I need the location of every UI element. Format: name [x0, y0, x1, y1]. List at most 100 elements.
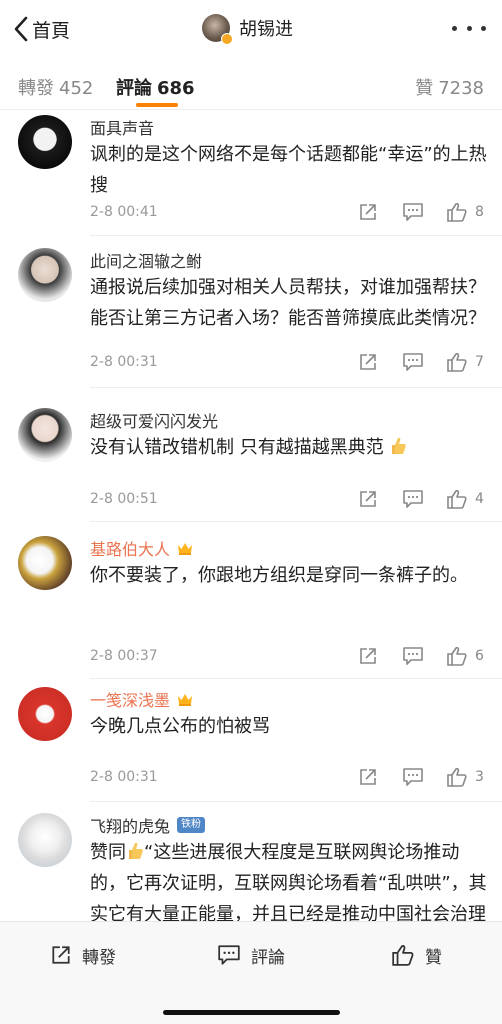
active-tab-indicator: [136, 103, 178, 107]
like-count: 6: [475, 648, 484, 664]
comment-list[interactable]: 面具声音 讽刺的是这个网络不是每个话题都能“幸运”的上热搜 2-8 00:41 …: [0, 111, 502, 921]
reply-icon: [403, 353, 423, 371]
comment-meta: 2-8 00:51 4: [90, 489, 490, 513]
comment-meta: 2-8 00:31 3: [90, 767, 490, 791]
reply-button[interactable]: [402, 202, 424, 222]
share-icon: [360, 354, 376, 370]
tab-repost[interactable]: 轉發 452: [18, 74, 93, 100]
comment-text: 你不要装了，你跟地方组织是穿同一条裤子的。: [90, 565, 468, 586]
comment-meta: 2-8 00:37 6: [90, 646, 490, 670]
thumb-up-icon: [392, 945, 414, 966]
like-count: 8: [475, 204, 484, 220]
comment-time: 2-8 00:31: [90, 769, 158, 785]
like-button[interactable]: 4: [446, 489, 484, 509]
share-button[interactable]: [358, 352, 378, 372]
more-dots-icon: [452, 25, 457, 31]
like-count: 4: [475, 491, 484, 507]
more-button[interactable]: [452, 18, 486, 38]
like-label: 贊: [425, 947, 442, 968]
divider: [90, 521, 502, 522]
avatar[interactable]: [18, 687, 72, 741]
thumbs-up-emoji-icon: [392, 437, 407, 454]
comment-author[interactable]: 超级可爱闪闪发光: [90, 408, 218, 432]
comment-author[interactable]: 面具声音: [90, 115, 154, 139]
like-button[interactable]: 8: [446, 202, 484, 222]
fans-badge: 铁粉: [177, 817, 206, 833]
bottom-action-bar: 轉發 評論 贊: [0, 921, 502, 1024]
comment-button[interactable]: 評論: [217, 942, 285, 968]
comment-meta: 2-8 00:41 8: [90, 202, 490, 226]
share-icon: [360, 769, 376, 785]
back-button[interactable]: 首頁: [14, 14, 70, 44]
share-icon: [360, 491, 376, 507]
reply-button[interactable]: [402, 489, 424, 509]
comment-time: 2-8 00:37: [90, 648, 158, 664]
thumb-up-icon: [447, 646, 467, 666]
crown-icon: [178, 694, 193, 706]
avatar[interactable]: [18, 248, 72, 302]
share-button[interactable]: [358, 489, 378, 509]
thumb-up-icon: [447, 352, 467, 372]
like-post-button[interactable]: 贊: [391, 942, 442, 968]
reply-button[interactable]: [402, 352, 424, 372]
avatar[interactable]: [18, 408, 72, 462]
share-icon: [360, 204, 376, 220]
top-nav-bar: 首頁 胡锡进: [0, 0, 502, 58]
comment-time: 2-8 00:31: [90, 354, 158, 370]
comment-author[interactable]: 飞翔的虎兔 铁粉: [90, 813, 206, 837]
divider: [90, 387, 502, 388]
share-button[interactable]: [358, 202, 378, 222]
thumbs-up-emoji-icon: [129, 842, 143, 859]
avatar[interactable]: [18, 536, 72, 590]
tab-comments[interactable]: 評論 686: [116, 74, 195, 100]
share-button[interactable]: [358, 646, 378, 666]
like-button[interactable]: 6: [446, 646, 484, 666]
like-button[interactable]: 7: [446, 352, 484, 372]
home-indicator: [163, 1010, 340, 1015]
verified-badge-icon: [221, 33, 233, 45]
comment-text: 赞同 “这些进展很大程度是互联网舆论场推动的，它再次证明，互联网舆论场看着“乱哄哄…: [90, 842, 487, 921]
comment-text: 讽刺的是这个网络不是每个话题都能“幸运”的上热搜: [90, 144, 487, 196]
comment-label: 評論: [251, 947, 285, 968]
avatar[interactable]: [18, 813, 72, 867]
avatar[interactable]: [18, 115, 72, 169]
like-count: 3: [475, 769, 484, 785]
reply-icon: [403, 768, 423, 786]
thumb-up-icon: [447, 767, 467, 787]
page-title: 胡锡进: [239, 19, 293, 40]
reply-icon: [403, 490, 423, 508]
like-button[interactable]: 3: [446, 767, 484, 787]
tab-bar: 轉發 452 評論 686 贊 7238: [0, 58, 502, 110]
comment-author[interactable]: 一笺深浅墨: [90, 687, 194, 711]
reply-button[interactable]: [402, 646, 424, 666]
like-count: 7: [475, 354, 484, 370]
share-icon: [52, 946, 70, 964]
comment-text: 通报说后续加强对相关人员帮扶，对谁加强帮扶？能否让第三方记者入场？能否普筛摸底此…: [90, 277, 486, 329]
reply-icon: [403, 647, 423, 665]
thumb-up-icon: [447, 489, 467, 509]
avatar: [202, 14, 233, 45]
back-chevron-icon: [14, 16, 28, 42]
share-button[interactable]: [358, 767, 378, 787]
divider: [90, 235, 502, 236]
comment-author[interactable]: 此间之涸辙之鲋: [90, 248, 202, 272]
reply-icon: [403, 203, 423, 221]
repost-button[interactable]: 轉發: [50, 942, 116, 968]
reply-button[interactable]: [402, 767, 424, 787]
divider: [90, 801, 502, 802]
tab-likes[interactable]: 贊 7238: [415, 74, 484, 100]
comment-meta: 2-8 00:31 7: [90, 352, 490, 376]
crown-icon: [178, 543, 193, 555]
comment-text: 没有认错改错机制 只有越描越黑典范: [90, 432, 490, 463]
back-label: 首頁: [32, 19, 71, 42]
repost-label: 轉發: [82, 947, 116, 968]
thumb-up-icon: [447, 202, 467, 222]
share-icon: [360, 648, 376, 664]
divider: [90, 678, 502, 679]
comment-time: 2-8 00:51: [90, 491, 158, 507]
comment-text: 今晚几点公布的怕被骂: [90, 716, 270, 737]
reply-icon: [218, 945, 240, 965]
comment-time: 2-8 00:41: [90, 204, 158, 220]
profile-title[interactable]: 胡锡进: [202, 12, 293, 45]
comment-author[interactable]: 基路伯大人: [90, 536, 194, 560]
